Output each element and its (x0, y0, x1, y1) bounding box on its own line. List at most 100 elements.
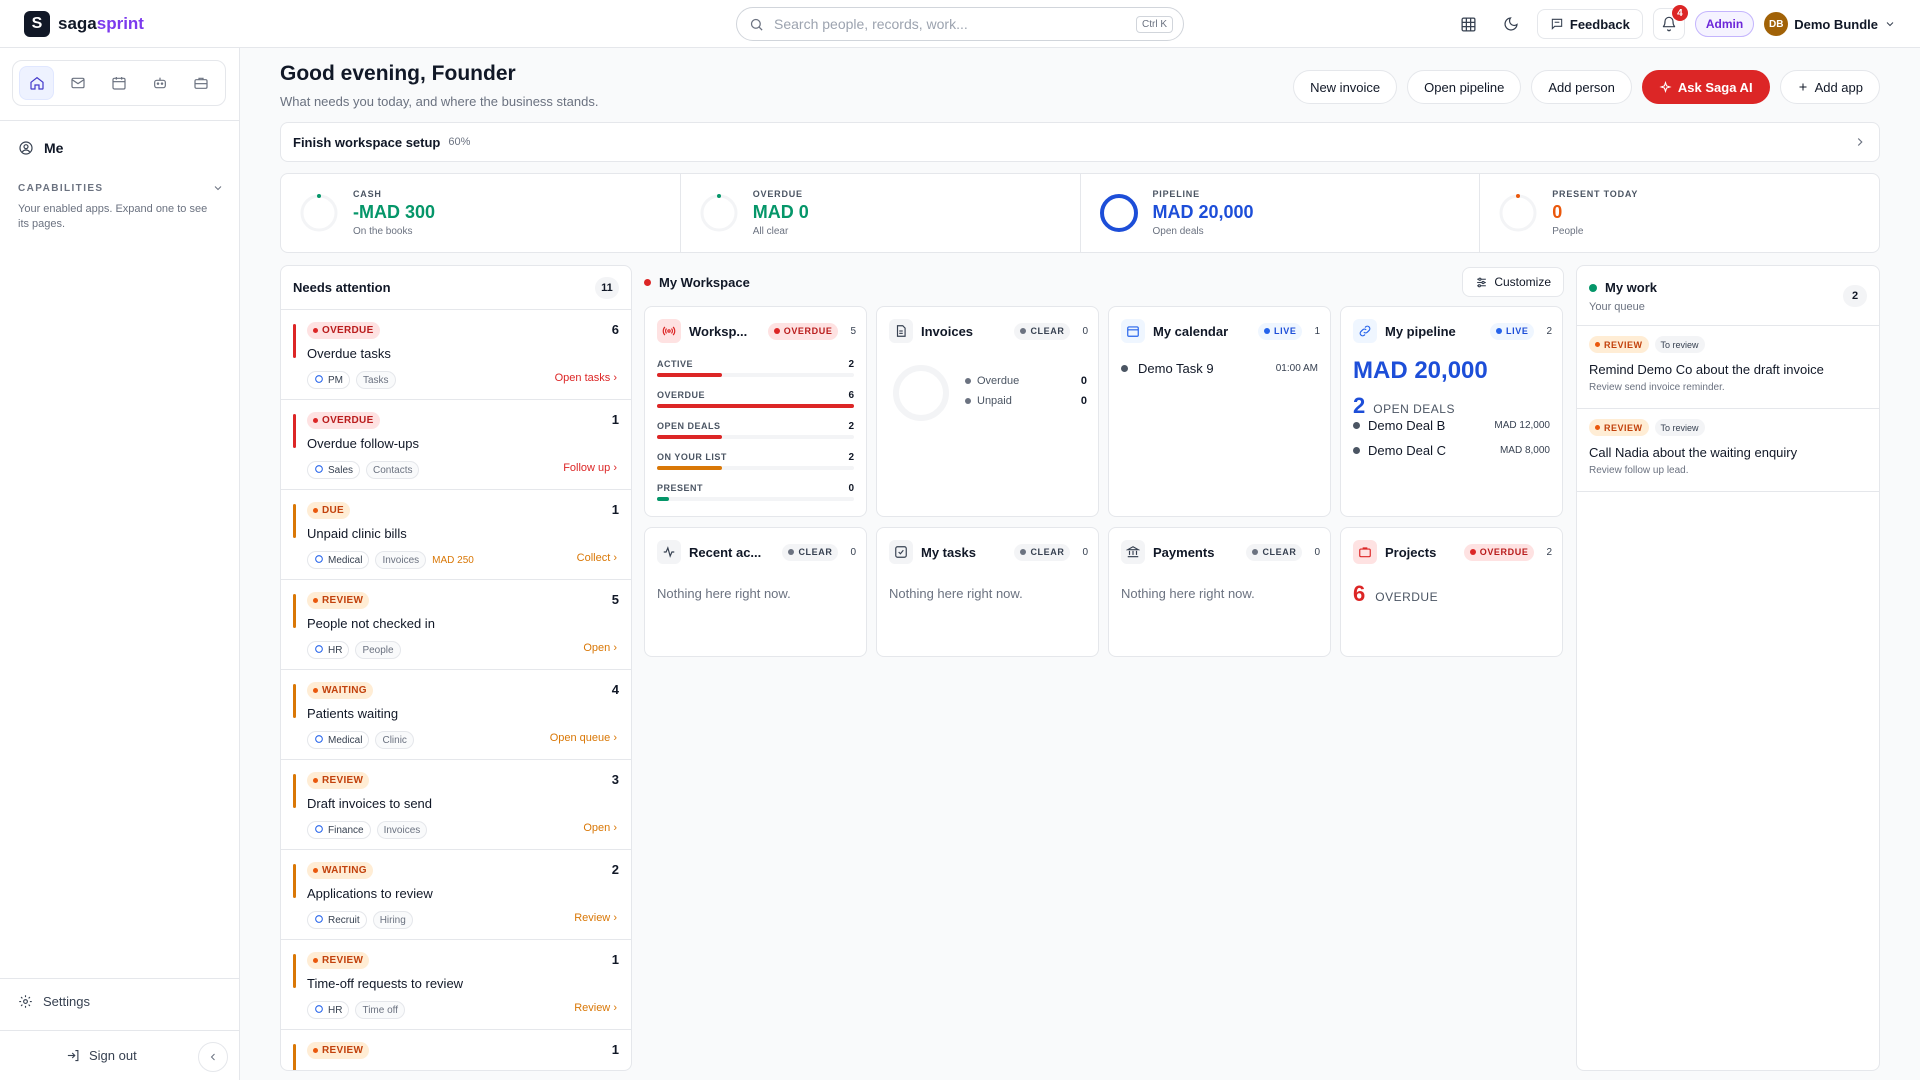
new-invoice-button[interactable]: New invoice (1293, 70, 1398, 104)
kpi-cash[interactable]: CASH -MAD 300 On the books (281, 174, 681, 252)
sidebar: Me CAPABILITIES Your enabled apps. Expan… (0, 48, 240, 1080)
search-input[interactable] (774, 16, 1126, 32)
nav-mail-button[interactable] (60, 66, 95, 100)
status-badge: OVERDUE (307, 322, 380, 339)
app-chip[interactable]: Sales (307, 461, 361, 479)
theme-toggle-button[interactable] (1495, 8, 1527, 40)
message-icon (1551, 18, 1563, 30)
work-item[interactable]: REVIEW To review Call Nadia about the wait… (1577, 409, 1879, 492)
app-chip[interactable]: Finance (307, 821, 371, 839)
kpi-present-today[interactable]: PRESENT TODAY 0 People (1480, 174, 1879, 252)
attention-item[interactable]: REVIEW 1 (281, 1030, 631, 1070)
payments-card[interactable]: Payments CLEAR 0 Nothing here right now. (1108, 527, 1331, 657)
nav-bot-button[interactable] (143, 66, 178, 100)
attention-item[interactable]: OVERDUE 1 Overdue follow-ups Sales Contacts F… (281, 400, 631, 490)
section-chip[interactable]: Hiring (372, 911, 413, 929)
apps-grid-button[interactable] (1453, 8, 1485, 40)
projects-card[interactable]: Projects OVERDUE 2 6 OVERDUE (1340, 527, 1563, 657)
item-title: Applications to review (307, 886, 433, 901)
add-app-button[interactable]: Add app (1779, 70, 1880, 104)
invoices-card[interactable]: Invoices CLEAR 0 Overdue 0 Unpaid 0 (876, 306, 1099, 517)
bank-icon (1121, 540, 1145, 564)
kpi-label: PRESENT TODAY (1552, 189, 1639, 199)
item-action-link[interactable]: Collect › (577, 552, 617, 564)
pipeline-card[interactable]: My pipeline LIVE 2 MAD 20,000 2 OPEN DEA… (1340, 306, 1563, 517)
sidebar-item-settings[interactable]: Settings (18, 994, 90, 1009)
count-badge: 11 (595, 276, 619, 299)
metric-bar (657, 373, 854, 377)
nav-home-button[interactable] (19, 66, 55, 100)
calendar-card[interactable]: My calendar LIVE 1 Demo Task 9 01:00 AM (1108, 306, 1331, 517)
capabilities-header[interactable]: CAPABILITIES (18, 182, 224, 194)
item-action-link[interactable]: Open › (583, 822, 617, 834)
attention-item[interactable]: DUE 1 Unpaid clinic bills Medical Invoices MA… (281, 490, 631, 580)
calendar-event[interactable]: Demo Task 9 01:00 AM (1121, 361, 1318, 376)
item-action-link[interactable]: Open › (583, 642, 617, 654)
card-count: 2 (1546, 546, 1552, 558)
tasks-card[interactable]: My tasks CLEAR 0 Nothing here right now. (876, 527, 1099, 657)
section-chip[interactable]: Clinic (375, 731, 414, 749)
customize-button[interactable]: Customize (1462, 267, 1564, 297)
notification-count-badge: 4 (1671, 5, 1688, 21)
section-chip[interactable]: Time off (355, 1001, 406, 1019)
item-action-link[interactable]: Review › (574, 912, 617, 924)
workspace-card[interactable]: Worksp... OVERDUE 5 ACTIVE 2 OVERDUE 6 OPEN … (644, 306, 867, 517)
item-action-link[interactable]: Follow up › (563, 462, 617, 474)
event-time: 01:00 AM (1275, 363, 1318, 374)
item-title: Overdue tasks (307, 346, 391, 361)
bot-icon (154, 77, 167, 89)
item-action-link[interactable]: Review › (574, 1002, 617, 1014)
section-chip[interactable]: People (355, 641, 401, 659)
metric-label: PRESENT (657, 483, 704, 493)
app-chip[interactable]: Recruit (307, 911, 367, 929)
app-chip[interactable]: HR (307, 1001, 350, 1019)
sign-out-button[interactable]: Sign out (66, 1048, 137, 1063)
nav-briefcase-button[interactable] (184, 66, 219, 100)
recent-activity-card[interactable]: Recent ac... CLEAR 0 Nothing here right … (644, 527, 867, 657)
attention-item[interactable]: REVIEW 3 Draft invoices to send Finance Invo… (281, 760, 631, 850)
card-count: 2 (1546, 325, 1552, 337)
attention-item[interactable]: WAITING 4 Patients waiting Medical Clinic Ope… (281, 670, 631, 760)
section-chip[interactable]: Invoices (375, 551, 427, 569)
work-item[interactable]: REVIEW To review Remind Demo Co about the … (1577, 326, 1879, 409)
ask-ai-button[interactable]: Ask Saga AI (1641, 70, 1770, 104)
section-chip[interactable]: Tasks (356, 371, 396, 389)
global-search[interactable]: Ctrl K (736, 7, 1184, 41)
app-chip[interactable]: HR (307, 641, 350, 659)
sidebar-item-me[interactable]: Me (18, 140, 63, 156)
panel-subtitle: Your queue (1589, 301, 1645, 313)
attention-item[interactable]: OVERDUE 6 Overdue tasks PM Tasks Open tasks › (281, 310, 631, 400)
attention-item[interactable]: REVIEW 1 Time-off requests to review HR Time… (281, 940, 631, 1030)
open-pipeline-button[interactable]: Open pipeline (1407, 70, 1522, 104)
deal-row[interactable]: Demo Deal C MAD 8,000 (1353, 443, 1550, 458)
page-title: Good evening, Founder (280, 62, 516, 85)
nav-calendar-button[interactable] (101, 66, 136, 100)
app-chip[interactable]: PM (307, 371, 350, 389)
briefcase-icon (1353, 540, 1377, 564)
section-chip[interactable]: Invoices (376, 821, 428, 839)
add-person-button[interactable]: Add person (1531, 70, 1632, 104)
attention-item[interactable]: REVIEW 5 People not checked in HR People Open… (281, 580, 631, 670)
deal-row[interactable]: Demo Deal B MAD 12,000 (1353, 418, 1550, 433)
collapse-sidebar-button[interactable] (198, 1042, 228, 1072)
attention-item[interactable]: WAITING 2 Applications to review Recruit Hir… (281, 850, 631, 940)
metric-label: ON YOUR LIST (657, 452, 727, 462)
sidebar-item-label: Me (44, 140, 64, 156)
section-chip[interactable]: Contacts (366, 461, 420, 479)
card-title: Payments (1153, 544, 1215, 560)
brand-logo[interactable]: S sagasprint (24, 11, 144, 37)
user-menu[interactable]: DB Demo Bundle (1764, 12, 1896, 36)
item-count: 4 (611, 682, 619, 697)
role-badge[interactable]: Admin (1694, 11, 1755, 37)
metric-bar (657, 497, 854, 501)
app-chip[interactable]: Medical (307, 731, 370, 749)
feedback-button[interactable]: Feedback (1536, 9, 1643, 39)
notifications-button[interactable]: 4 (1652, 5, 1688, 40)
kpi-overdue[interactable]: OVERDUE MAD 0 All clear (681, 174, 1081, 252)
item-action-link[interactable]: Open tasks › (555, 372, 617, 384)
app-chip[interactable]: Medical (307, 551, 370, 569)
item-action-link[interactable]: Open queue › (550, 732, 617, 744)
kpi-pipeline[interactable]: PIPELINE MAD 20,000 Open deals (1081, 174, 1481, 252)
card-title: My pipeline (1385, 323, 1456, 339)
workspace-setup-banner[interactable]: Finish workspace setup 60% (280, 122, 1880, 162)
